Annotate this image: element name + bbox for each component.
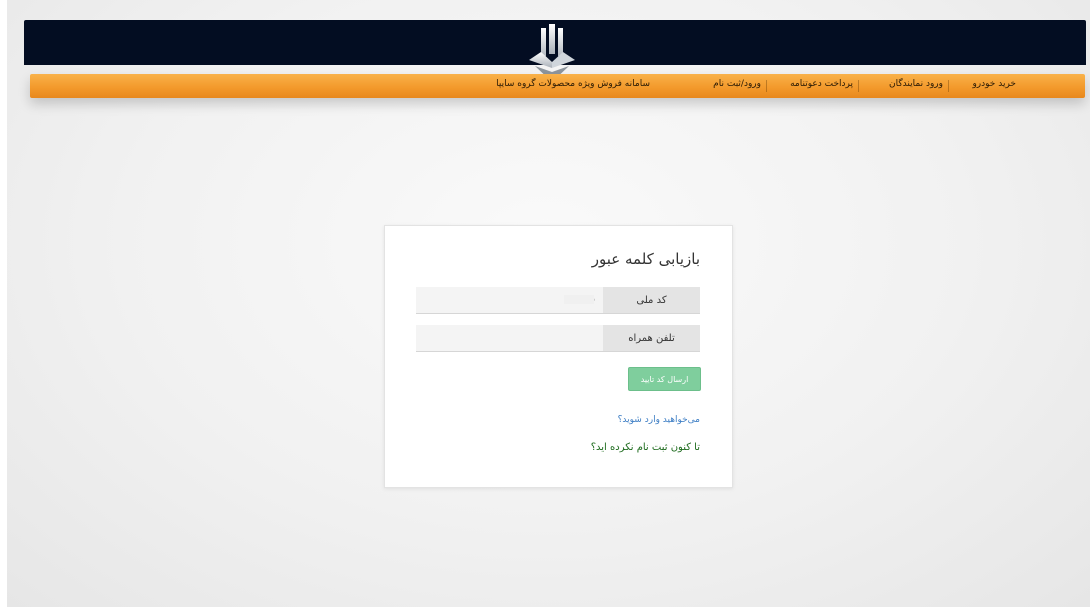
- nav-buy-car[interactable]: خرید خودرو: [972, 79, 1016, 89]
- login-link[interactable]: می‌خواهید وارد شوید؟: [618, 415, 700, 425]
- page-edge: [0, 0, 7, 607]
- send-code-button[interactable]: ارسال کد تایید: [628, 367, 701, 391]
- nav-divider: [858, 80, 859, 92]
- nav-pay-invitation[interactable]: پرداخت دعوتنامه: [790, 79, 853, 89]
- mobile-input[interactable]: [416, 325, 603, 351]
- register-link[interactable]: تا کنون ثبت نام نکرده اید؟: [591, 442, 700, 453]
- masked-value: [564, 295, 594, 304]
- nav-divider: [766, 80, 767, 92]
- nav-login-register[interactable]: ورود/ثبت نام: [713, 79, 761, 89]
- mobile-label: تلفن همراه: [603, 325, 700, 351]
- password-recovery-card: بازیابی کلمه عبور کد ملی تلفن همراه ارسا…: [384, 225, 733, 488]
- nav-dealers-login[interactable]: ورود نمایندگان: [889, 79, 943, 89]
- main-nav: خرید خودرو ورود نمایندگان پرداخت دعوتنام…: [30, 74, 1085, 98]
- nav-divider: [948, 80, 949, 92]
- site-brand-text: سامانه فروش ویژه محصولات گروه سایپا: [496, 79, 650, 89]
- page-title: بازیابی کلمه عبور: [591, 250, 700, 268]
- mobile-field: تلفن همراه: [416, 325, 700, 352]
- national-code-label: کد ملی: [603, 287, 700, 313]
- national-code-field: کد ملی: [416, 287, 700, 314]
